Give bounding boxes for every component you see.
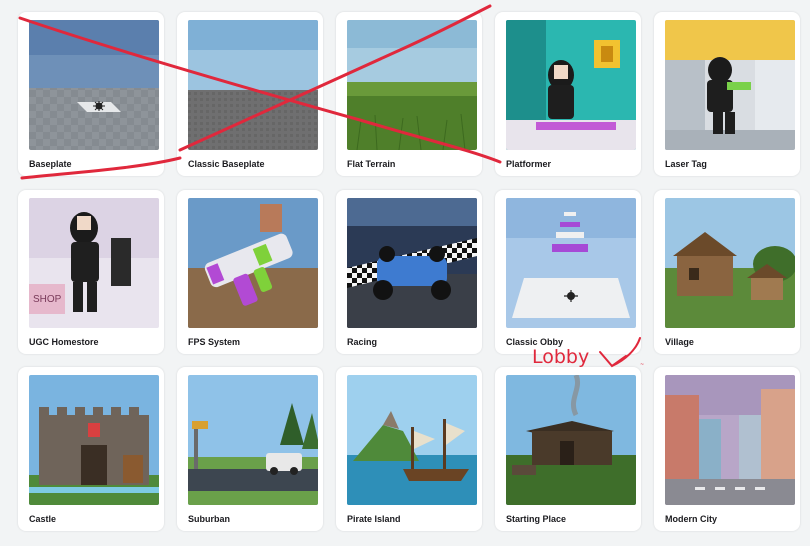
template-thumbnail xyxy=(188,20,318,150)
template-card-racing[interactable]: Racing xyxy=(336,190,482,354)
template-card-pirate-island[interactable]: Pirate Island xyxy=(336,367,482,531)
template-thumbnail xyxy=(188,375,318,505)
template-name: Suburban xyxy=(188,514,230,524)
template-name: Laser Tag xyxy=(665,159,707,169)
template-card-laser-tag[interactable]: Laser Tag xyxy=(654,12,800,176)
template-card-castle[interactable]: Castle xyxy=(18,367,164,531)
template-name: Pirate Island xyxy=(347,514,401,524)
template-card-starting-place[interactable]: Starting Place xyxy=(495,367,641,531)
handwritten-label-lobby: Lobby xyxy=(532,346,590,368)
template-thumbnail xyxy=(506,20,636,150)
template-card-classic-obby[interactable]: Classic Obby xyxy=(495,190,641,354)
template-card-suburban[interactable]: Suburban xyxy=(177,367,323,531)
template-name: Starting Place xyxy=(506,514,567,524)
template-thumbnail xyxy=(665,20,795,150)
template-name: Platformer xyxy=(506,159,552,169)
template-card-baseplate[interactable]: Baseplate xyxy=(18,12,164,176)
template-name: UGC Homestore xyxy=(29,337,99,347)
template-thumbnail xyxy=(347,20,477,150)
template-thumbnail xyxy=(188,198,318,328)
template-card-ugc-homestore[interactable]: SHOP UGC Homestore xyxy=(18,190,164,354)
template-card-platformer[interactable]: Platformer xyxy=(495,12,641,176)
template-card-modern-city[interactable]: Modern City xyxy=(654,367,800,531)
template-thumbnail xyxy=(506,375,636,505)
template-name: Village xyxy=(665,337,694,347)
template-card-classic-baseplate[interactable]: Classic Baseplate xyxy=(177,12,323,176)
template-thumbnail xyxy=(506,198,636,328)
shop-sign-text: SHOP xyxy=(33,294,62,305)
template-name: Flat Terrain xyxy=(347,159,396,169)
template-card-flat-terrain[interactable]: Flat Terrain xyxy=(336,12,482,176)
template-thumbnail xyxy=(29,375,159,505)
template-name: Racing xyxy=(347,337,378,347)
template-thumbnail xyxy=(347,198,477,328)
template-card-fps-system[interactable]: FPS System xyxy=(177,190,323,354)
template-thumbnail xyxy=(347,375,477,505)
template-name: Baseplate xyxy=(29,159,72,169)
template-thumbnail xyxy=(665,375,795,505)
template-name: Classic Baseplate xyxy=(188,159,265,169)
template-name: FPS System xyxy=(188,337,241,347)
template-card-village[interactable]: Village xyxy=(654,190,800,354)
template-thumbnail: SHOP xyxy=(29,198,159,328)
template-thumbnail xyxy=(665,198,795,328)
template-thumbnail xyxy=(29,20,159,150)
template-grid: Baseplate Classic Baseplate Flat Terrain… xyxy=(0,0,810,546)
template-name: Castle xyxy=(29,514,57,524)
template-name: Modern City xyxy=(665,514,718,524)
